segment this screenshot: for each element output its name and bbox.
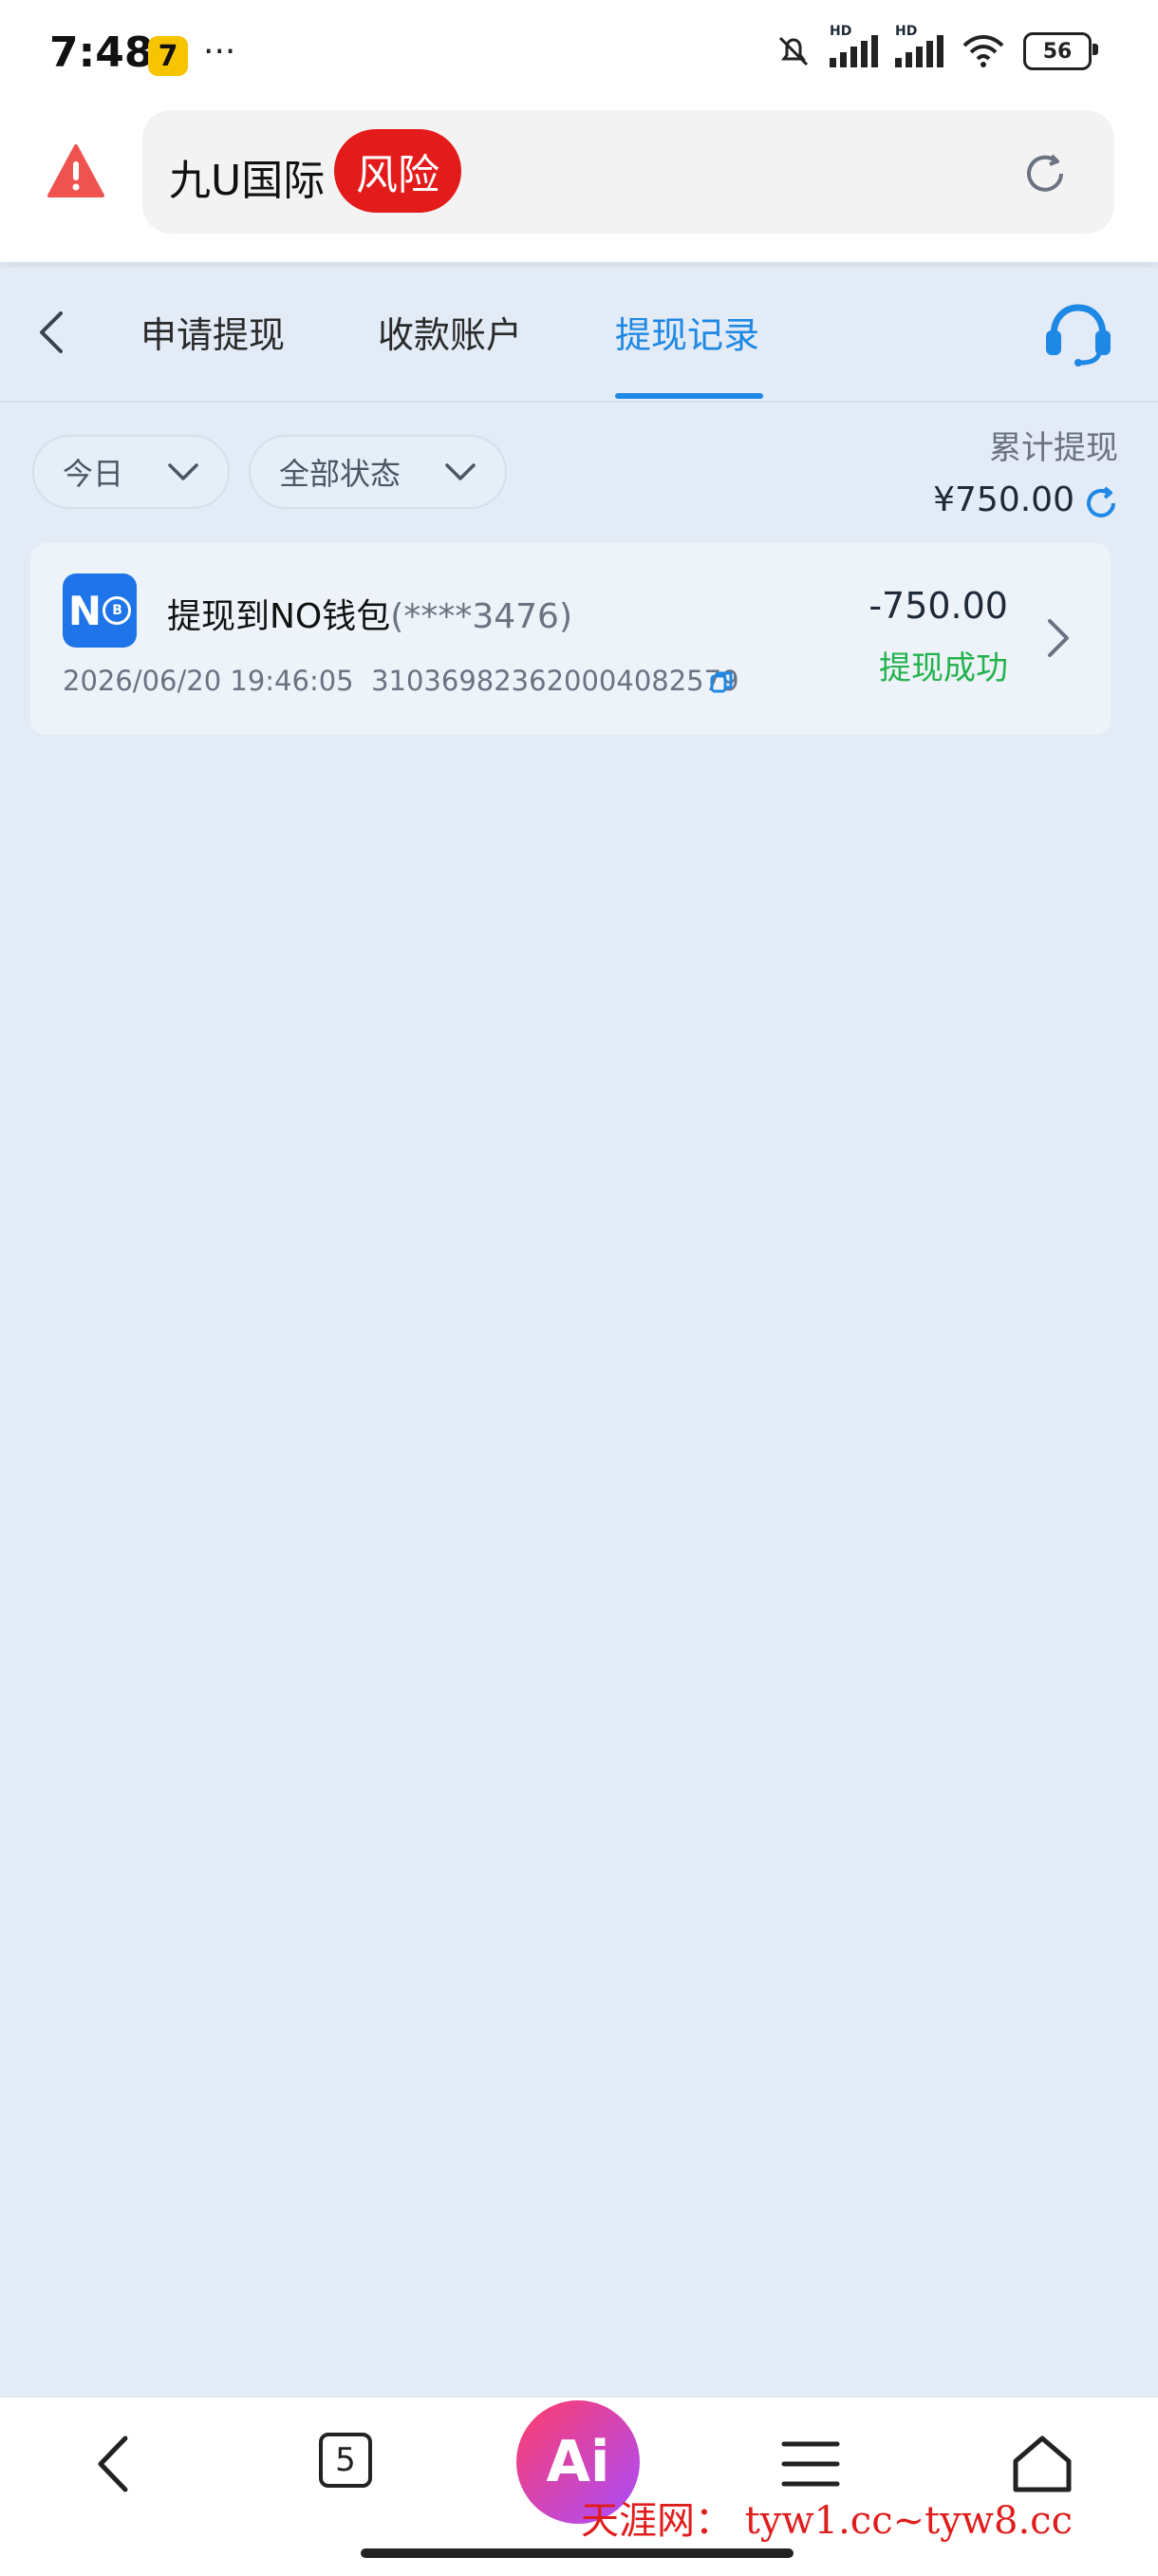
cell-signal-2-icon: HD: [895, 24, 943, 67]
status-filter-label: 全部状态: [279, 456, 402, 492]
record-amount: -750.00: [868, 585, 1008, 627]
copy-icon[interactable]: [708, 668, 735, 695]
no-wallet-logo: N B: [63, 573, 137, 648]
warning-icon[interactable]: [46, 142, 106, 199]
record-account-mask: (****3476): [390, 597, 572, 636]
status-filter-dropdown[interactable]: 全部状态: [249, 435, 507, 509]
chevron-down-icon: [168, 463, 198, 480]
status-icons: HD HD 56: [775, 24, 1098, 70]
tab-receiving-account[interactable]: 收款账户: [378, 306, 522, 358]
battery-icon: 56: [1023, 32, 1098, 70]
wifi-icon: [962, 35, 1004, 67]
record-meta: 2026/06/20 19:46:05 31036982362000408257…: [63, 665, 739, 697]
reload-icon[interactable]: [1019, 148, 1071, 199]
withdraw-record-card[interactable]: [30, 543, 1111, 735]
nav-back-icon[interactable]: [76, 2431, 152, 2497]
chevron-right-icon[interactable]: [1044, 615, 1073, 661]
risk-badge: 风险: [334, 129, 461, 213]
total-withdraw-amount: ¥750.00: [933, 480, 1074, 519]
cell-signal-1-icon: HD: [830, 24, 878, 67]
record-order-id: 310369823620004082579: [371, 665, 739, 697]
more-notifications-icon: ···: [203, 32, 236, 71]
customer-service-icon[interactable]: [1042, 300, 1114, 367]
app-notification-icon: 7: [148, 36, 188, 76]
mute-icon: [778, 36, 809, 66]
refresh-total-icon[interactable]: [1082, 484, 1120, 522]
site-name: 九U国际: [169, 157, 326, 205]
date-filter-label: 今日: [63, 456, 124, 492]
total-withdraw-label: 累计提现: [989, 429, 1118, 467]
watermark: 天涯网： tyw1.cc~tyw8.cc: [581, 2499, 1073, 2543]
chevron-down-icon: [445, 463, 476, 480]
record-datetime: 2026/06/20 19:46:05: [63, 665, 354, 697]
active-tab-indicator: [615, 393, 763, 399]
record-status: 提现成功: [879, 649, 1008, 687]
back-arrow-icon[interactable]: [32, 306, 70, 359]
gesture-home-bar[interactable]: [361, 2548, 794, 2558]
coin-icon: B: [103, 596, 132, 625]
status-time: 7:48: [49, 28, 154, 77]
no-wallet-logo-text: N: [67, 587, 102, 634]
tab-apply-withdraw[interactable]: 申请提现: [140, 306, 285, 358]
record-title-text: 提现到NO钱包: [167, 597, 391, 636]
home-icon[interactable]: [1004, 2431, 1080, 2497]
record-title: 提现到NO钱包(****3476): [167, 589, 572, 638]
menu-icon[interactable]: [773, 2431, 849, 2497]
tab-withdraw-records[interactable]: 提现记录: [615, 306, 759, 358]
date-filter-dropdown[interactable]: 今日: [32, 435, 230, 509]
tabs-count-button[interactable]: 5: [319, 2433, 372, 2488]
